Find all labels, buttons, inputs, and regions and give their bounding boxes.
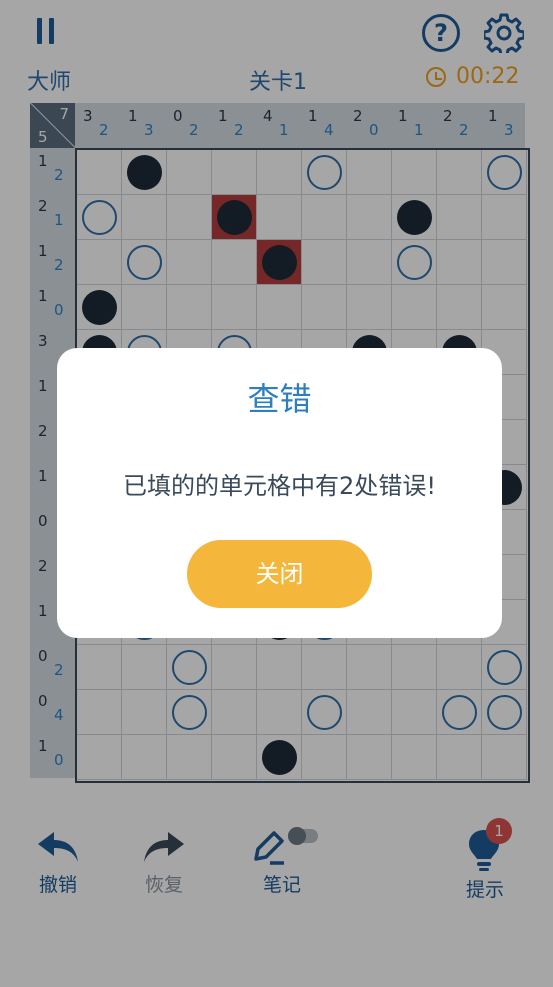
error-check-dialog: 查错 已填的的单元格中有2处错误! 关闭 <box>57 348 502 638</box>
game-screen: ? 大师 关卡1 00:22 7 5 321302124114201122131… <box>0 0 553 987</box>
close-button[interactable]: 关闭 <box>187 540 372 608</box>
dialog-message: 已填的的单元格中有2处错误! <box>123 472 436 500</box>
dialog-title: 查错 <box>247 380 312 418</box>
